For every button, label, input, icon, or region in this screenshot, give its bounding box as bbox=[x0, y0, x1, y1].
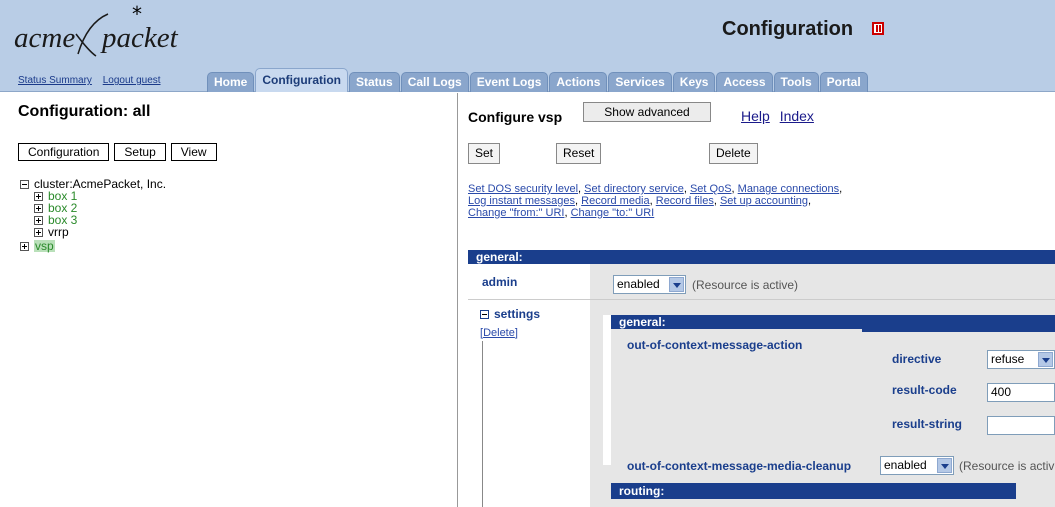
logo-text-acme: acme bbox=[14, 22, 76, 54]
section-header-underline bbox=[862, 329, 1055, 332]
form-body: general: admin enabled (Resource is acti… bbox=[458, 93, 1055, 507]
collapse-icon[interactable] bbox=[20, 179, 29, 189]
expand-icon[interactable] bbox=[34, 191, 43, 201]
tree-node-box-1[interactable]: box 1 bbox=[20, 190, 166, 202]
settings-label[interactable]: settings bbox=[494, 307, 540, 321]
tree-guide-line bbox=[482, 341, 483, 507]
chevron-down-icon[interactable] bbox=[1038, 352, 1053, 367]
tab-access[interactable]: Access bbox=[716, 72, 773, 92]
admin-select-value: enabled bbox=[617, 277, 660, 291]
logout-link[interactable]: Logout guest bbox=[103, 75, 161, 86]
logo-text-packet: packet bbox=[102, 22, 178, 54]
ooc-media-cleanup-label: out-of-context-message-media-cleanup bbox=[627, 459, 852, 473]
expand-icon[interactable] bbox=[34, 227, 43, 237]
result-code-label: result-code bbox=[892, 383, 957, 397]
header-bar: acme * packet Status Summary Logout gues… bbox=[0, 0, 1055, 92]
section-header-inner-general: general: bbox=[611, 315, 1055, 329]
acme-packet-logo: acme * packet bbox=[14, 2, 204, 60]
result-code-input[interactable]: 400 bbox=[987, 383, 1055, 402]
tab-keys[interactable]: Keys bbox=[672, 72, 716, 92]
directive-select-value: refuse bbox=[991, 352, 1025, 366]
result-string-input[interactable] bbox=[987, 416, 1055, 435]
directive-label: directive bbox=[892, 352, 942, 366]
header-links: Status Summary Logout guest bbox=[18, 75, 169, 86]
tree-node-box-3[interactable]: box 3 bbox=[20, 214, 166, 226]
main-tabs: Home Configuration Status Call Logs Even… bbox=[207, 68, 869, 92]
tree-node-vsp[interactable]: vsp bbox=[20, 240, 166, 252]
section-header-routing: routing: bbox=[611, 483, 1016, 499]
config-tree-panel: Configuration: all Configuration Setup V… bbox=[0, 93, 457, 507]
expand-icon[interactable] bbox=[20, 241, 29, 251]
settings-delete: [Delete] bbox=[480, 327, 518, 339]
alarm-icon[interactable] bbox=[872, 22, 884, 35]
tree-node-vrrp[interactable]: vrrp bbox=[20, 226, 166, 238]
configuration-button[interactable]: Configuration bbox=[18, 143, 110, 161]
admin-status-note: (Resource is active) bbox=[692, 278, 799, 292]
tab-call-logs[interactable]: Call Logs bbox=[400, 72, 469, 92]
tab-services[interactable]: Services bbox=[608, 72, 672, 92]
chevron-down-icon[interactable] bbox=[669, 277, 684, 292]
view-mode-buttons: Configuration Setup View bbox=[18, 143, 222, 161]
config-tree: cluster:AcmePacket, Inc. box 1 box 2 box… bbox=[20, 178, 166, 252]
page-title: Configuration bbox=[722, 18, 854, 40]
expand-icon[interactable] bbox=[34, 203, 43, 213]
status-summary-link[interactable]: Status Summary bbox=[18, 75, 92, 86]
settings-delete-link[interactable]: Delete bbox=[483, 327, 515, 339]
row-divider bbox=[468, 299, 1055, 300]
tab-portal[interactable]: Portal bbox=[819, 72, 868, 92]
chevron-down-icon[interactable] bbox=[937, 458, 952, 473]
ooc-media-status-note: (Resource is activ bbox=[959, 459, 1055, 473]
tab-home[interactable]: Home bbox=[207, 72, 255, 92]
tree-node-box-2[interactable]: box 2 bbox=[20, 202, 166, 214]
admin-label: admin bbox=[482, 275, 518, 289]
admin-select[interactable]: enabled bbox=[613, 275, 686, 294]
ooc-media-select-value: enabled bbox=[884, 458, 927, 472]
tree-node-label-selected[interactable]: vsp bbox=[34, 240, 55, 252]
tab-event-logs[interactable]: Event Logs bbox=[469, 72, 549, 92]
expand-icon[interactable] bbox=[34, 215, 43, 225]
view-button[interactable]: View bbox=[170, 143, 217, 161]
tab-tools[interactable]: Tools bbox=[773, 72, 819, 92]
tab-actions[interactable]: Actions bbox=[549, 72, 608, 92]
collapse-icon[interactable] bbox=[480, 309, 489, 319]
routing-body bbox=[611, 499, 1016, 507]
ooc-media-cleanup-select[interactable]: enabled bbox=[880, 456, 954, 475]
tree-node-cluster[interactable]: cluster:AcmePacket, Inc. bbox=[20, 178, 166, 190]
ooc-action-label: out-of-context-message-action bbox=[627, 338, 803, 352]
tab-status[interactable]: Status bbox=[349, 72, 400, 92]
panel-title: Configuration: all bbox=[18, 103, 151, 120]
settings-toggle[interactable]: settings bbox=[480, 307, 540, 321]
setup-button[interactable]: Setup bbox=[114, 143, 166, 161]
section-header-general: general: bbox=[468, 250, 1055, 264]
directive-select[interactable]: refuse bbox=[987, 350, 1055, 369]
tab-configuration[interactable]: Configuration bbox=[255, 68, 348, 92]
result-string-label: result-string bbox=[892, 417, 963, 431]
tree-node-label[interactable]: vrrp bbox=[48, 226, 69, 238]
